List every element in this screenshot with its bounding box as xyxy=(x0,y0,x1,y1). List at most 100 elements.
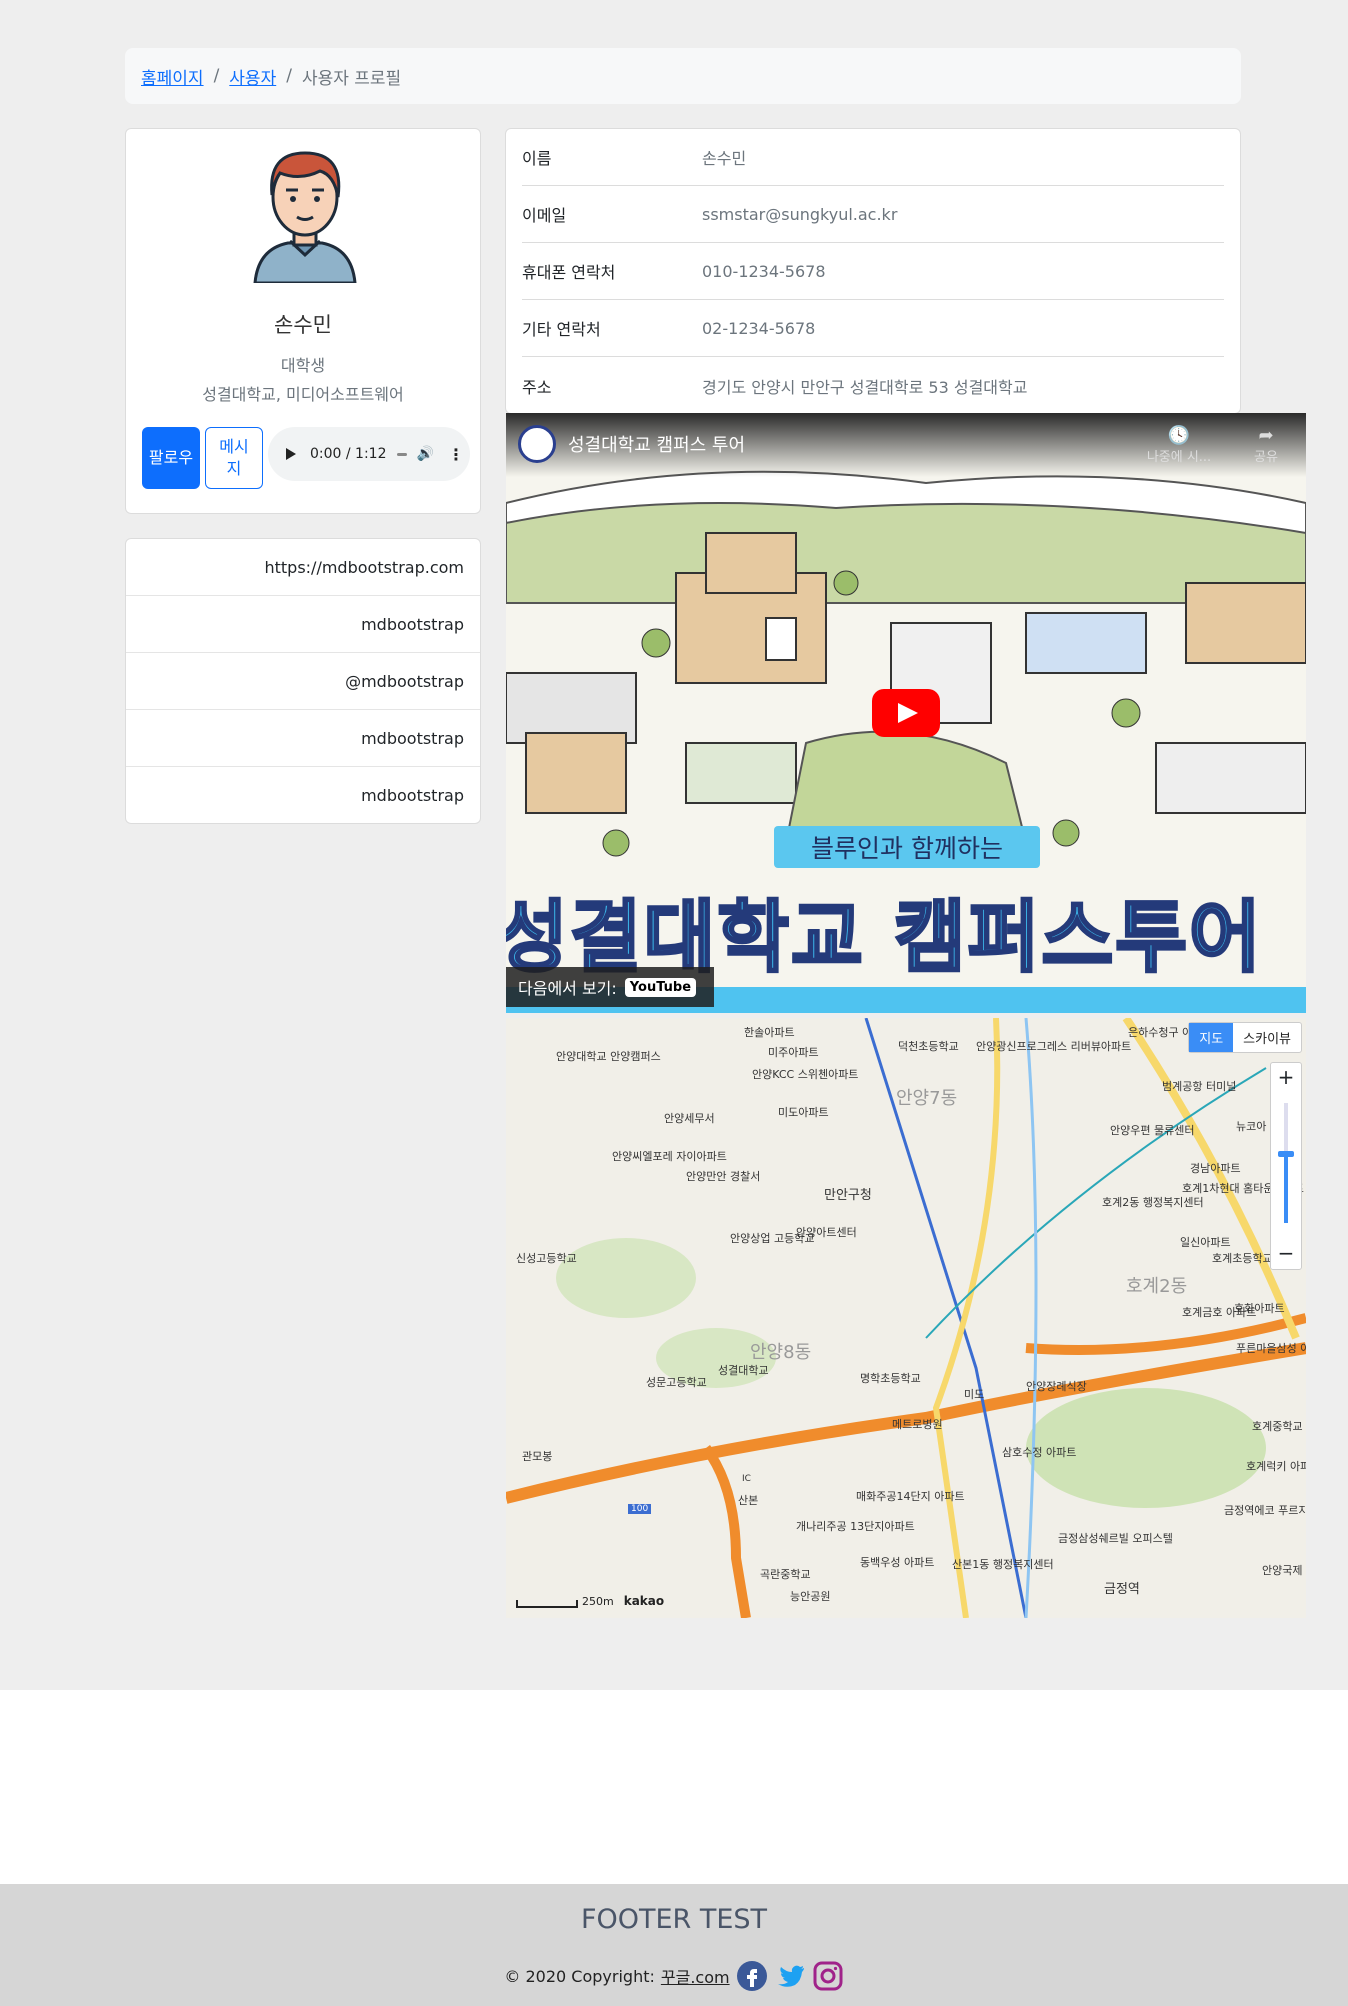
info-row-address: 주소 경기도 안양시 만안구 성결대학로 53 성결대학교 xyxy=(522,357,1224,414)
info-value: 손수민 xyxy=(702,149,747,168)
scale-label: 250m xyxy=(582,1595,614,1608)
info-row-name: 이름 손수민 xyxy=(522,129,1224,186)
video-banner: 블루인과 함께하는 xyxy=(774,826,1040,868)
map-type-map-tab[interactable]: 지도 xyxy=(1189,1023,1234,1052)
breadcrumb-home-link[interactable]: 홈페이지 xyxy=(141,64,204,89)
kakao-map[interactable]: 한솔아파트 미주아파트 안양KCC 스위첸아파트 덕천초등학교 안양광신프로그레… xyxy=(506,1018,1306,1618)
audio-time: 0:00 / 1:12 xyxy=(310,446,387,462)
breadcrumb-separator: / xyxy=(286,66,292,86)
zoom-in-button[interactable]: + xyxy=(1271,1065,1301,1089)
map-label: 안양KCC 스위첸아파트 xyxy=(752,1068,859,1081)
map-label: 안양씨엘포레 자이아파트 xyxy=(612,1150,727,1163)
avatar xyxy=(253,151,357,283)
list-item[interactable]: mdbootstrap xyxy=(126,710,480,767)
list-item[interactable]: https://mdbootstrap.com xyxy=(126,539,480,596)
map-label: 안양광신프로그레스 리버뷰아파트 xyxy=(976,1040,1132,1053)
map-label: 능안공원 xyxy=(790,1590,831,1603)
map-label: 산본1동 행정복지센터 xyxy=(952,1558,1054,1571)
map-label: 안양7동 xyxy=(896,1088,958,1109)
footer-copyright: © 2020 Copyright: 꾸글.com xyxy=(0,1960,1348,1992)
map-label: 안양장례식장 xyxy=(1026,1380,1087,1393)
footer-site-link[interactable]: 꾸글.com xyxy=(661,1964,730,1988)
map-label: 한솔아파트 xyxy=(744,1026,795,1039)
map-label: 일신아파트 xyxy=(1180,1236,1231,1249)
footer-title: FOOTER TEST xyxy=(580,1904,768,1935)
profile-school: 성결대학교, 미디어소프트웨어 xyxy=(202,385,404,404)
info-row-mobile: 휴대폰 연락처 010-1234-5678 xyxy=(522,243,1224,300)
map-type-control: 지도 스카이뷰 xyxy=(1188,1022,1302,1053)
map-label: 산본 xyxy=(738,1494,759,1507)
play-icon[interactable] xyxy=(286,448,296,460)
map-label: 미도 xyxy=(964,1388,985,1401)
zoom-level-fill xyxy=(1284,1155,1288,1223)
map-label: 만안구청 xyxy=(824,1188,872,1203)
video-title[interactable]: 성결대학교 캠퍼스 투어 xyxy=(568,431,745,457)
map-label: 안양세무서 xyxy=(664,1112,715,1125)
info-value: 02-1234-5678 xyxy=(702,318,816,338)
audio-progress[interactable] xyxy=(396,452,407,456)
map-label: IC xyxy=(742,1474,751,1484)
map-label: 미주아파트 xyxy=(768,1046,819,1059)
map-label: 금정삼성쉐르빌 오피스텔 xyxy=(1058,1532,1173,1545)
info-label: 휴대폰 연락처 xyxy=(522,263,616,282)
zoom-out-button[interactable]: − xyxy=(1271,1241,1301,1265)
profile-role: 대학생 xyxy=(280,356,326,375)
scale-bar xyxy=(516,1600,578,1608)
map-label: 개나리주공 13단지아파트 xyxy=(796,1520,915,1533)
twitter-icon[interactable] xyxy=(774,1960,806,1992)
info-row-other-phone: 기타 연락처 02-1234-5678 xyxy=(522,300,1224,357)
breadcrumb: 홈페이지 / 사용자 / 사용자 프로필 xyxy=(125,48,1241,104)
map-label: 신성고등학교 xyxy=(516,1252,577,1265)
zoom-slider-handle[interactable] xyxy=(1278,1151,1294,1157)
more-options-icon[interactable]: ⋮ xyxy=(448,445,464,464)
zoom-control: + − xyxy=(1270,1062,1302,1270)
share-label: 공유 xyxy=(1254,450,1278,465)
map-label: 안양우편 물류센터 xyxy=(1110,1124,1195,1137)
play-button-icon[interactable] xyxy=(872,689,940,737)
list-item[interactable]: mdbootstrap xyxy=(126,767,480,824)
instagram-icon[interactable] xyxy=(812,1960,844,1992)
info-row-email: 이메일 ssmstar@sungkyul.ac.kr xyxy=(522,186,1224,243)
map-label: 호계2동 xyxy=(1126,1276,1188,1297)
clock-icon: 🕓 xyxy=(1167,425,1191,446)
map-label: 안양대학교 안양캠퍼스 xyxy=(556,1050,661,1063)
map-type-skyview-tab[interactable]: 스카이뷰 xyxy=(1233,1023,1301,1052)
map-label: 범계공항 터미널 xyxy=(1162,1080,1237,1093)
kakao-logo: kakao xyxy=(623,1594,665,1608)
map-label: 성결대학교 xyxy=(718,1364,769,1377)
watch-on-youtube-button[interactable]: 다음에서 보기: YouTube xyxy=(506,967,714,1007)
audio-player[interactable]: 0:00 / 1:12 🔊 ⋮ xyxy=(268,427,470,481)
volume-icon[interactable]: 🔊 xyxy=(417,446,434,462)
breadcrumb-current: 사용자 프로필 xyxy=(301,68,402,89)
breadcrumb-users-link[interactable]: 사용자 xyxy=(229,64,276,89)
profile-info-card: 이름 손수민 이메일 ssmstar@sungkyul.ac.kr 휴대폰 연락… xyxy=(505,128,1241,414)
list-item[interactable]: mdbootstrap xyxy=(126,596,480,653)
info-value: ssmstar@sungkyul.ac.kr xyxy=(702,204,898,224)
channel-logo-icon[interactable] xyxy=(518,425,556,463)
map-label: 삼호수정 아파트 xyxy=(1002,1446,1077,1459)
youtube-logo-icon: YouTube xyxy=(624,977,697,997)
share-button[interactable]: ➦ 공유 xyxy=(1236,425,1296,465)
message-button[interactable]: 메시지 xyxy=(205,427,263,489)
map-label: 호계중학교 xyxy=(1252,1420,1303,1433)
map-label: 호화아파트 xyxy=(1234,1302,1285,1315)
follow-button[interactable]: 팔로우 xyxy=(142,427,200,489)
watch-on-label: 다음에서 보기: xyxy=(518,979,617,998)
facebook-icon[interactable] xyxy=(736,1960,768,1992)
list-item[interactable]: @mdbootstrap xyxy=(126,653,480,710)
map-label: 덕천초등학교 xyxy=(898,1040,959,1053)
map-label: 메트로병원 xyxy=(892,1418,943,1431)
map-label: 안양8동 xyxy=(750,1342,812,1363)
info-value: 010-1234-5678 xyxy=(702,261,826,281)
map-label: 명학초등학교 xyxy=(860,1372,921,1385)
map-label: 100 xyxy=(628,1504,652,1514)
map-label: 미도아파트 xyxy=(778,1106,829,1119)
map-label: 곡란중학교 xyxy=(760,1568,811,1581)
map-label: 호계2동 행정복지센터 xyxy=(1102,1196,1204,1209)
youtube-embed[interactable]: 성결대학교 캠퍼스 투어 🕓 나중에 시... ➦ 공유 블루인과 함께하는 성… xyxy=(506,413,1306,1013)
map-label: 푸른마을삼성 아파트 xyxy=(1236,1342,1306,1355)
profile-name: 손수민 xyxy=(274,313,332,337)
map-label: 호계럭키 아파트 xyxy=(1246,1460,1306,1473)
watch-later-button[interactable]: 🕓 나중에 시... xyxy=(1134,425,1224,465)
map-label: 매화주공14단지 아파트 xyxy=(856,1490,965,1503)
